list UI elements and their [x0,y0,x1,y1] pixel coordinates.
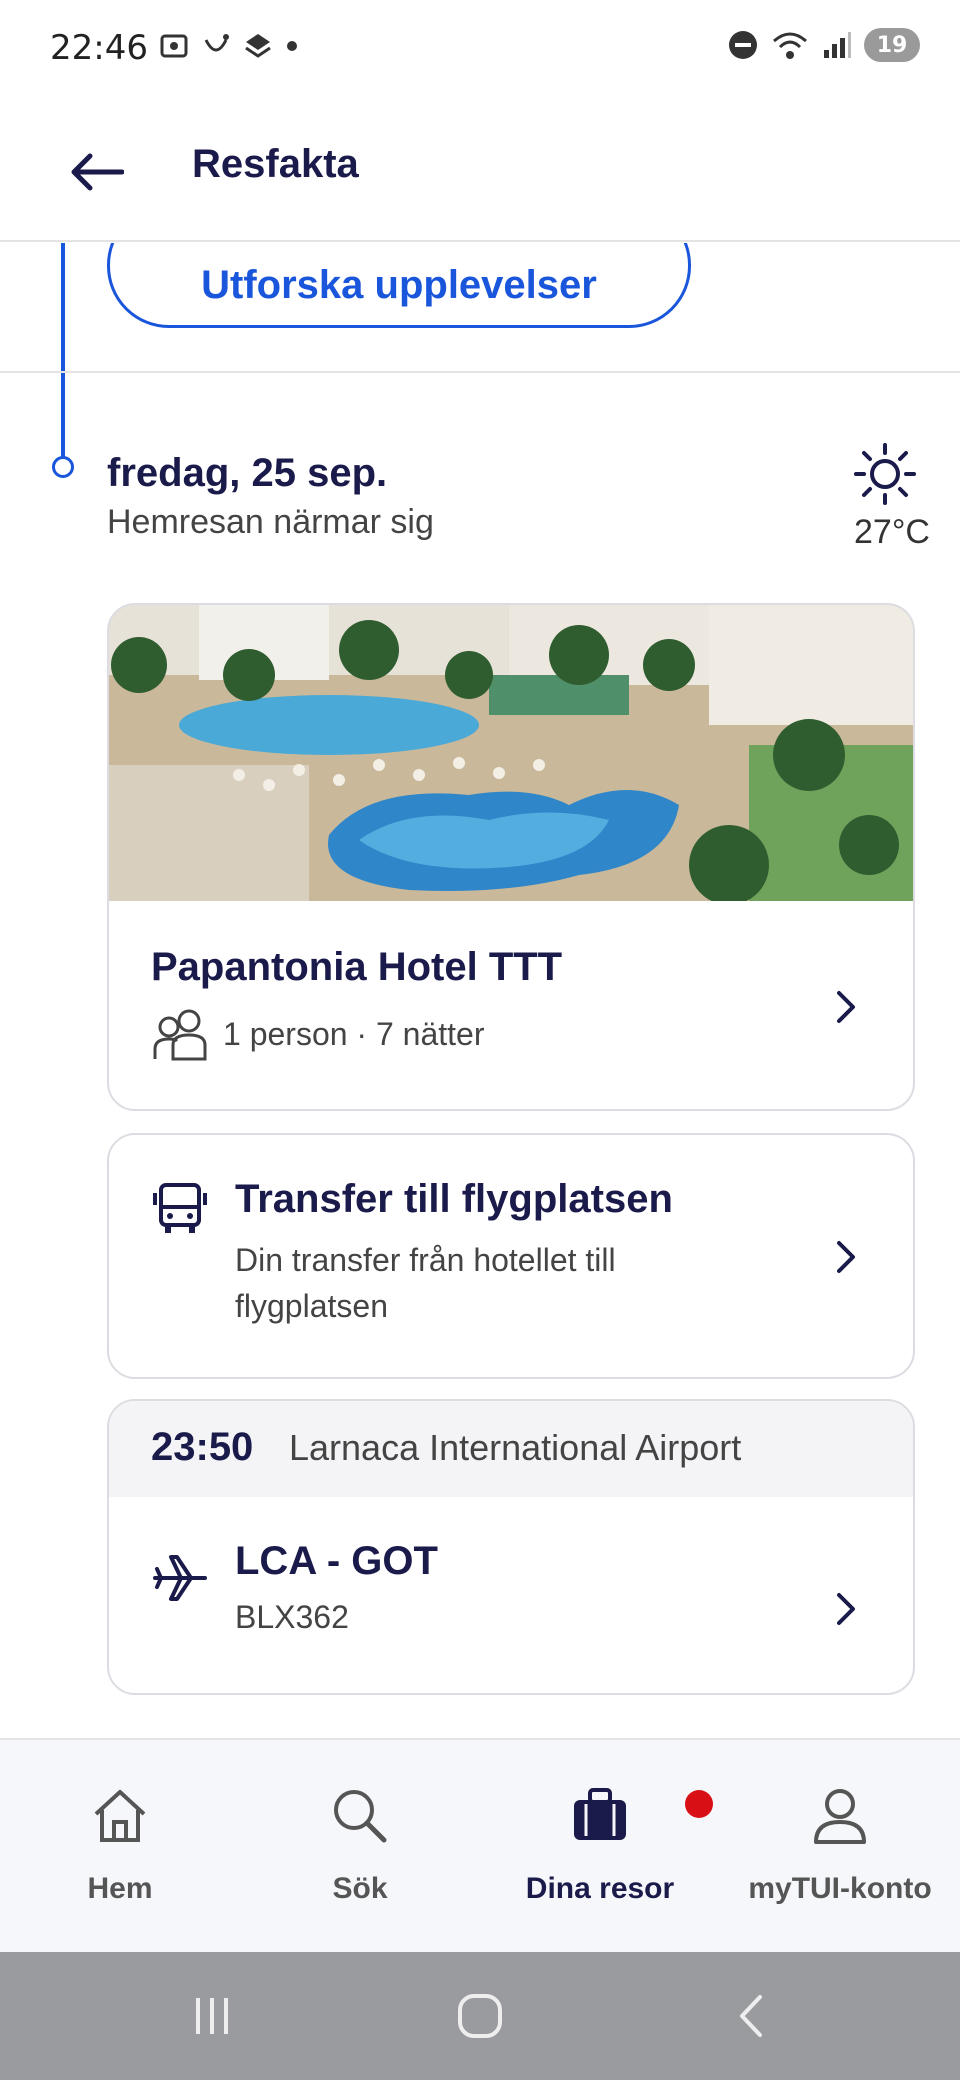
nav-label-home: Hem [87,1872,153,1905]
system-back-button[interactable] [710,1986,790,2046]
flight-number: BLX362 [235,1599,349,1635]
explore-experiences-button[interactable]: Utforska upplevelser [107,243,691,328]
smile-icon [204,34,229,52]
day-subtitle: Hemresan närmar sig [107,503,434,541]
nav-label-account: myTUI-konto [748,1872,932,1905]
nav-item-home[interactable]: Hem [0,1740,240,1954]
app-header: Resfakta [0,100,960,242]
flight-airport: Larnaca International Airport [289,1427,742,1468]
hotel-details: 1 person · 7 nätter [223,1015,485,1052]
flight-time: 23:50 [151,1425,254,1469]
bus-icon [153,1183,207,1233]
timeline-dot [52,456,74,478]
hotel-image [109,605,913,901]
wifi-icon [773,32,807,59]
user-icon [814,1789,866,1844]
sun-icon [854,443,916,505]
hotel-meta: 1 person · 7 nätter [151,1007,484,1061]
suitcase-icon [574,1788,626,1840]
nav-item-account[interactable]: myTUI-konto [720,1740,960,1954]
dnd-icon [729,31,757,59]
signal-icon [824,32,851,58]
home-button[interactable] [440,1986,520,2046]
recent-apps-button[interactable] [172,1986,252,2046]
section-divider [0,371,960,373]
system-navigation-bar [0,1952,960,2080]
chevron-right-icon [837,991,855,1023]
flight-card[interactable]: 23:50 Larnaca International Airport LCA … [107,1399,915,1695]
back-button[interactable] [64,140,128,204]
day-title: fredag, 25 sep. [107,451,388,495]
status-time: 22:46 [50,28,148,68]
plane-icon [153,1555,207,1601]
notification-dot [685,1790,713,1818]
itinerary-content[interactable]: Utforska upplevelser fredag, 25 sep. Hem… [0,243,960,1738]
flight-route: LCA - GOT [235,1539,438,1583]
search-icon [334,1790,387,1843]
recent-apps-icon [196,1998,228,2034]
nav-item-search[interactable]: Sök [240,1740,480,1954]
layers-icon [245,34,271,58]
chevron-right-icon [837,1241,855,1273]
flight-header: 23:50 Larnaca International Airport [109,1401,913,1497]
battery-indicator: 19 [864,28,920,62]
nav-label-trips: Dina resor [525,1872,675,1905]
arrow-left-icon [71,153,124,191]
screenshot-icon [160,34,188,58]
transfer-card[interactable]: Transfer till flygplatsen Din transfer f… [107,1133,915,1379]
back-chevron-icon [740,1995,762,2037]
system-status-icons: 19 [728,28,920,62]
home-icon [94,1790,146,1842]
hotel-card[interactable]: Papantonia Hotel TTT 1 person · 7 nätter [107,603,915,1111]
transfer-title: Transfer till flygplatsen [235,1177,673,1221]
transfer-description: Din transfer från hotellet till flygplat… [235,1242,616,1324]
timeline-line [61,243,65,467]
home-circle-icon [458,1994,502,2038]
people-icon [153,1009,207,1061]
hotel-name: Papantonia Hotel TTT [151,945,563,989]
bottom-navigation: Hem Sök Dina resor myTUI-konto [0,1738,960,1952]
notification-icons [158,30,300,62]
chevron-right-icon [837,1593,855,1625]
dot-icon [287,41,297,51]
nav-label-search: Sök [332,1872,388,1905]
page-title: Resfakta [192,142,359,186]
weather-temperature: 27°C [854,513,930,551]
status-bar: 22:46 19 [0,0,960,100]
nav-item-trips[interactable]: Dina resor [480,1740,720,1954]
